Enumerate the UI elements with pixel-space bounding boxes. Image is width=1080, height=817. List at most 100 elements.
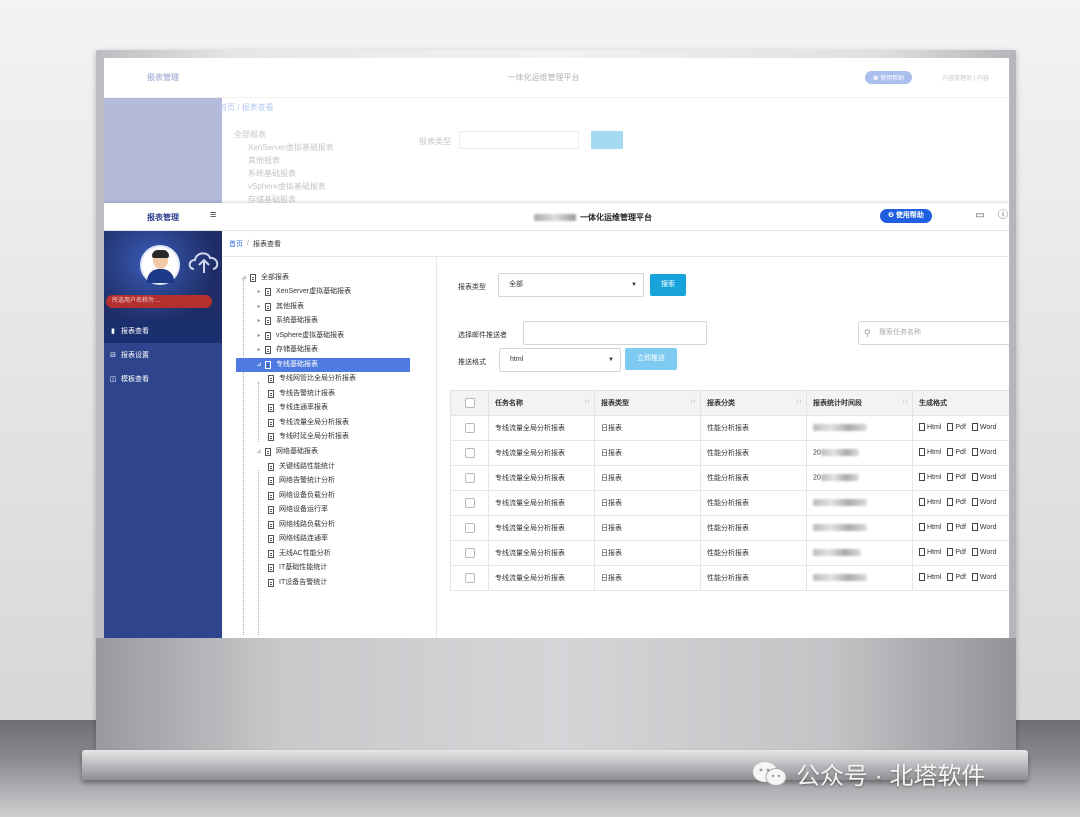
search-button[interactable]: 搜索 xyxy=(650,274,686,296)
tree-leaf[interactable]: 关键线路性能统计 xyxy=(268,460,335,474)
tree-leaf[interactable]: 专线时延全局分析报表 xyxy=(268,430,349,444)
sort-icon[interactable]: ↓↑ xyxy=(690,399,696,405)
sidebar-item-report-settings[interactable]: ⊟ 报表设置 xyxy=(104,343,222,367)
sidebar-item-template-view[interactable]: ◫ 模板查看 xyxy=(104,367,222,391)
tree-leaf[interactable]: 网络线路负载分析 xyxy=(268,518,335,532)
tree-leaf[interactable]: IT设备告警统计 xyxy=(268,576,327,590)
info-icon[interactable]: ⓘ xyxy=(997,210,1009,222)
task-search-input[interactable]: ⚲ 搜索任务名称 xyxy=(858,321,1009,345)
tree-root[interactable]: ⊿ 全部报表 xyxy=(240,271,289,285)
download-word-link[interactable]: Word xyxy=(971,423,997,431)
download-pdf-link[interactable]: Pdf xyxy=(947,548,966,556)
expand-icon[interactable]: ▸ xyxy=(255,285,263,299)
send-now-button[interactable]: 立即推送 xyxy=(625,348,677,370)
expand-icon[interactable]: ▸ xyxy=(255,343,263,357)
document-icon xyxy=(268,375,274,383)
document-icon xyxy=(268,521,274,529)
cell-report-type: 日报表 xyxy=(594,540,701,566)
col-period[interactable]: 报表统计时间段 ↓↑ xyxy=(806,390,913,416)
tree-leaf[interactable]: IT基础性能统计 xyxy=(268,561,327,575)
table-row[interactable]: 专线流量全局分析报表 日报表 性能分析报表 Html Pdf Word xyxy=(450,540,1009,566)
download-html-link[interactable]: Html xyxy=(919,423,941,431)
sort-icon[interactable]: ↓↑ xyxy=(796,399,802,405)
tree-item[interactable]: ▸ 其他报表 xyxy=(255,300,304,314)
table-row[interactable]: 专线流量全局分析报表 日报表 性能分析报表 Html Pdf Word xyxy=(450,515,1009,541)
tree-leaf[interactable]: 网络设备负载分析 xyxy=(268,489,335,503)
download-word-link[interactable]: Word xyxy=(971,473,997,481)
collapse-icon[interactable]: ⊿ xyxy=(255,445,263,459)
download-word-link[interactable]: Word xyxy=(971,573,997,581)
sender-label: 选择邮件推送者 xyxy=(458,332,507,339)
cell-report-category: 性能分析报表 xyxy=(700,440,807,466)
download-pdf-link[interactable]: Pdf xyxy=(947,473,966,481)
download-pdf-link[interactable]: Pdf xyxy=(947,573,966,581)
tree-leaf[interactable]: 网络线路连通率 xyxy=(268,532,328,546)
download-pdf-link[interactable]: Pdf xyxy=(947,448,966,456)
file-icon xyxy=(919,573,925,581)
download-html-link[interactable]: Html xyxy=(919,473,941,481)
download-pdf-link[interactable]: Pdf xyxy=(947,498,966,506)
col-report-category[interactable]: 报表分类 ↓↑ xyxy=(700,390,807,416)
sidebar-item-report-view[interactable]: ▮ 报表查看 xyxy=(104,319,222,343)
tree-leaf[interactable]: 专线网管比全局分析报表 xyxy=(268,372,356,386)
download-html-link[interactable]: Html xyxy=(919,448,941,456)
file-icon xyxy=(947,423,954,431)
row-checkbox[interactable] xyxy=(464,498,475,508)
table-row[interactable]: 专线流量全局分析报表 日报表 性能分析报表 20 Html Pdf Word xyxy=(450,465,1009,491)
tree-item[interactable]: ▸ XenServer虚拟基础报表 xyxy=(255,285,351,299)
avatar[interactable] xyxy=(140,245,180,285)
download-html-link[interactable]: Html xyxy=(919,573,941,581)
sender-input[interactable] xyxy=(523,321,707,345)
col-report-type[interactable]: 报表类型 ↓↑ xyxy=(594,390,701,416)
table-row[interactable]: 专线流量全局分析报表 日报表 性能分析报表 20 Html Pdf Word xyxy=(450,440,1009,466)
download-html-link[interactable]: Html xyxy=(919,523,941,531)
document-icon xyxy=(265,448,271,456)
download-word-link[interactable]: Word xyxy=(971,548,997,556)
tree-leaf[interactable]: 专线告警统计报表 xyxy=(268,387,335,401)
format-select[interactable]: html ▼ xyxy=(499,348,621,372)
menu-toggle-icon[interactable]: ≡ xyxy=(210,209,216,221)
sort-icon[interactable]: ↓↑ xyxy=(902,399,908,405)
collapse-icon[interactable]: ⊿ xyxy=(255,358,263,372)
table-row[interactable]: 专线流量全局分析报表 日报表 性能分析报表 Html Pdf Word xyxy=(450,415,1009,441)
col-task-name[interactable]: 任务名称 ↓↑ xyxy=(488,390,595,416)
tree-item[interactable]: ▸ vSphere虚拟基础报表 xyxy=(255,329,344,343)
tree-leaf[interactable]: 无线AC性能分析 xyxy=(268,547,331,561)
tree-leaf[interactable]: 网络设备运行率 xyxy=(268,503,328,517)
download-word-link[interactable]: Word xyxy=(971,498,997,506)
tree-leaf[interactable]: 专线连通率报表 xyxy=(268,401,328,415)
row-checkbox[interactable] xyxy=(464,473,475,483)
report-type-select[interactable]: 全部 ▼ xyxy=(498,273,644,297)
download-word-link[interactable]: Word xyxy=(971,448,997,456)
download-html-link[interactable]: Html xyxy=(919,498,941,506)
tree-leaf[interactable]: 网络告警统计分析 xyxy=(268,474,335,488)
expand-icon[interactable]: ▸ xyxy=(255,314,263,328)
table-row[interactable]: 专线流量全局分析报表 日报表 性能分析报表 Html Pdf Word xyxy=(450,490,1009,516)
row-checkbox[interactable] xyxy=(464,523,475,533)
download-html-link[interactable]: Html xyxy=(919,548,941,556)
row-checkbox[interactable] xyxy=(464,548,475,558)
breadcrumb-home[interactable]: 首页 xyxy=(229,239,243,249)
tree-item-selected[interactable]: ⊿ 专线基础报表 xyxy=(236,358,410,372)
table-row[interactable]: 专线流量全局分析报表 日报表 性能分析报表 Html Pdf Word xyxy=(450,565,1009,591)
help-button[interactable]: ❷ 使用帮助 xyxy=(880,209,932,223)
expand-icon[interactable]: ▸ xyxy=(255,300,263,314)
sort-icon[interactable]: ↓↑ xyxy=(584,399,590,405)
tree-item[interactable]: ▸ 系统基础报表 xyxy=(255,314,318,328)
tree-item[interactable]: ⊿ 网络基础报表 xyxy=(255,445,318,459)
user-name-badge[interactable]: 所选用户名称为 ... xyxy=(106,295,212,308)
download-word-link[interactable]: Word xyxy=(971,523,997,531)
collapse-icon[interactable]: ⊿ xyxy=(240,271,248,285)
tree-leaf[interactable]: 专线流量全局分析报表 xyxy=(268,416,349,430)
document-icon xyxy=(268,506,274,514)
row-checkbox[interactable] xyxy=(464,423,475,433)
message-icon[interactable]: ▭ xyxy=(974,210,986,222)
row-checkbox-cell xyxy=(450,515,489,541)
download-pdf-link[interactable]: Pdf xyxy=(947,523,966,531)
expand-icon[interactable]: ▸ xyxy=(255,329,263,343)
tree-item[interactable]: ▸ 存储基础报表 xyxy=(255,343,318,357)
row-checkbox[interactable] xyxy=(464,573,475,583)
row-checkbox[interactable] xyxy=(464,448,475,458)
download-pdf-link[interactable]: Pdf xyxy=(947,423,966,431)
select-all-checkbox[interactable] xyxy=(464,398,475,408)
